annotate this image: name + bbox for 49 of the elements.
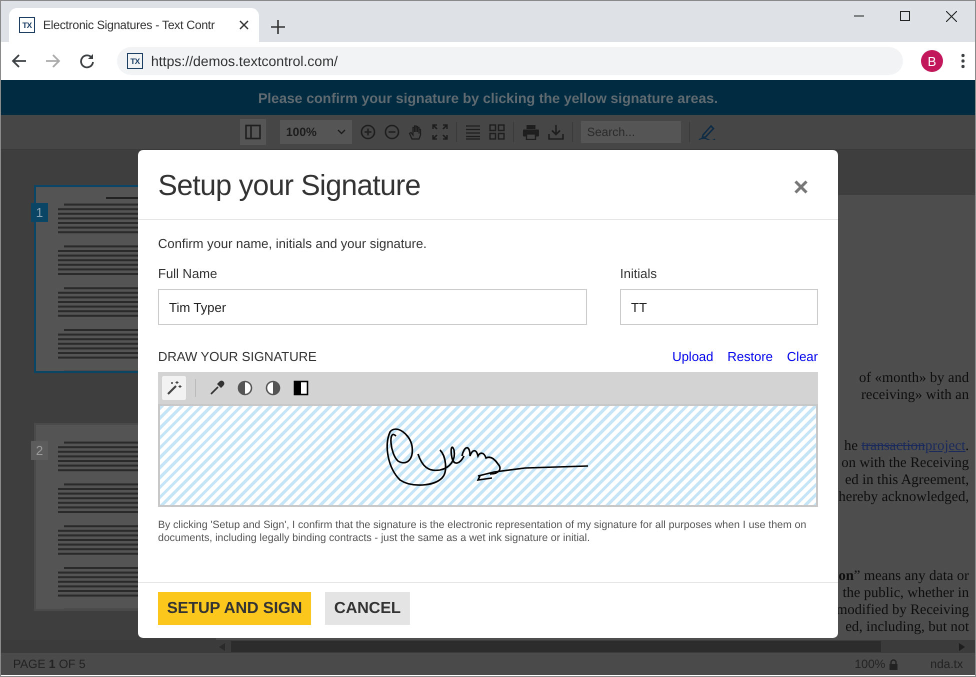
close-icon[interactable] xyxy=(946,11,957,22)
section-heading: DRAW YOUR SIGNATURE xyxy=(158,349,318,364)
reload-icon[interactable] xyxy=(79,53,95,69)
tool-button[interactable] xyxy=(162,376,186,400)
document-text-line: receiving» with an xyxy=(860,387,969,404)
document-text-line: hereby acknowledged, xyxy=(838,489,969,506)
input-field[interactable]: TT xyxy=(620,289,818,325)
caret-icon xyxy=(337,129,346,135)
field-label: Initials xyxy=(620,266,658,281)
input-field[interactable]: Tim Typer xyxy=(158,289,587,325)
document-text-line: modified by Receiving xyxy=(836,602,969,619)
address-bar[interactable]: TX https://demos.textcontrol.com/ xyxy=(117,47,903,75)
scrollbar-thumb[interactable] xyxy=(231,641,881,652)
contrast-square-icon xyxy=(293,380,309,396)
action-link[interactable]: Upload xyxy=(672,349,714,364)
plus-icon[interactable] xyxy=(271,20,285,34)
half-circle-icon xyxy=(237,380,253,396)
back-icon[interactable] xyxy=(11,53,27,69)
document-text-line: on” means any data or xyxy=(838,568,969,585)
site-favicon: TX xyxy=(127,53,143,69)
document-text-line: the public, whether in xyxy=(842,585,969,602)
field-label: Full Name xyxy=(158,266,218,281)
maximize-icon[interactable] xyxy=(900,11,910,21)
action-link[interactable]: Restore xyxy=(727,349,773,364)
dialog-title: Setup your Signature xyxy=(158,170,420,203)
url-text: https://demos.textcontrol.com/ xyxy=(151,53,338,69)
document-text-line: on with the Receiving xyxy=(840,455,969,472)
setup-sign-button[interactable]: SETUP AND SIGN xyxy=(158,592,312,625)
dialog-intro: Confirm your name, initials and your signature. xyxy=(158,236,428,251)
page-number-badge: 1 xyxy=(31,203,48,222)
eyedropper-icon xyxy=(209,380,225,396)
document-text-line: ed, including, but not xyxy=(844,619,969,636)
page-number-badge: 2 xyxy=(31,441,48,460)
tab-title: Electronic Signatures - Text Contr xyxy=(43,18,216,32)
sidebar-icon[interactable] xyxy=(245,124,261,140)
profile-avatar[interactable]: B xyxy=(921,50,943,72)
notice-banner: Please confirm your signature by clicking the yellow signature areas. xyxy=(1,80,975,115)
lock-icon xyxy=(889,658,898,670)
action-link[interactable]: Clear xyxy=(786,349,818,364)
browser-tab[interactable]: TX Electronic Signatures - Text Contr xyxy=(9,8,259,42)
cancel-button[interactable]: CANCEL xyxy=(325,592,410,625)
half-circle-icon xyxy=(265,380,281,396)
menu-icon[interactable] xyxy=(961,53,965,69)
document-text-line: of «month» by and xyxy=(858,370,969,387)
disclaimer-text: By clicking 'Setup and Sign', I confirm that the signature is the electronic representation of my signature for all purposes when I use them on documents, including legally binding contracts - just the same as a wet ink signature or initial. xyxy=(158,519,808,545)
magic-wand-icon xyxy=(166,380,182,396)
document-text-line: ed in this Agreement, xyxy=(844,472,969,489)
tab-favicon: TX xyxy=(19,17,35,33)
close-icon[interactable] xyxy=(239,20,249,30)
